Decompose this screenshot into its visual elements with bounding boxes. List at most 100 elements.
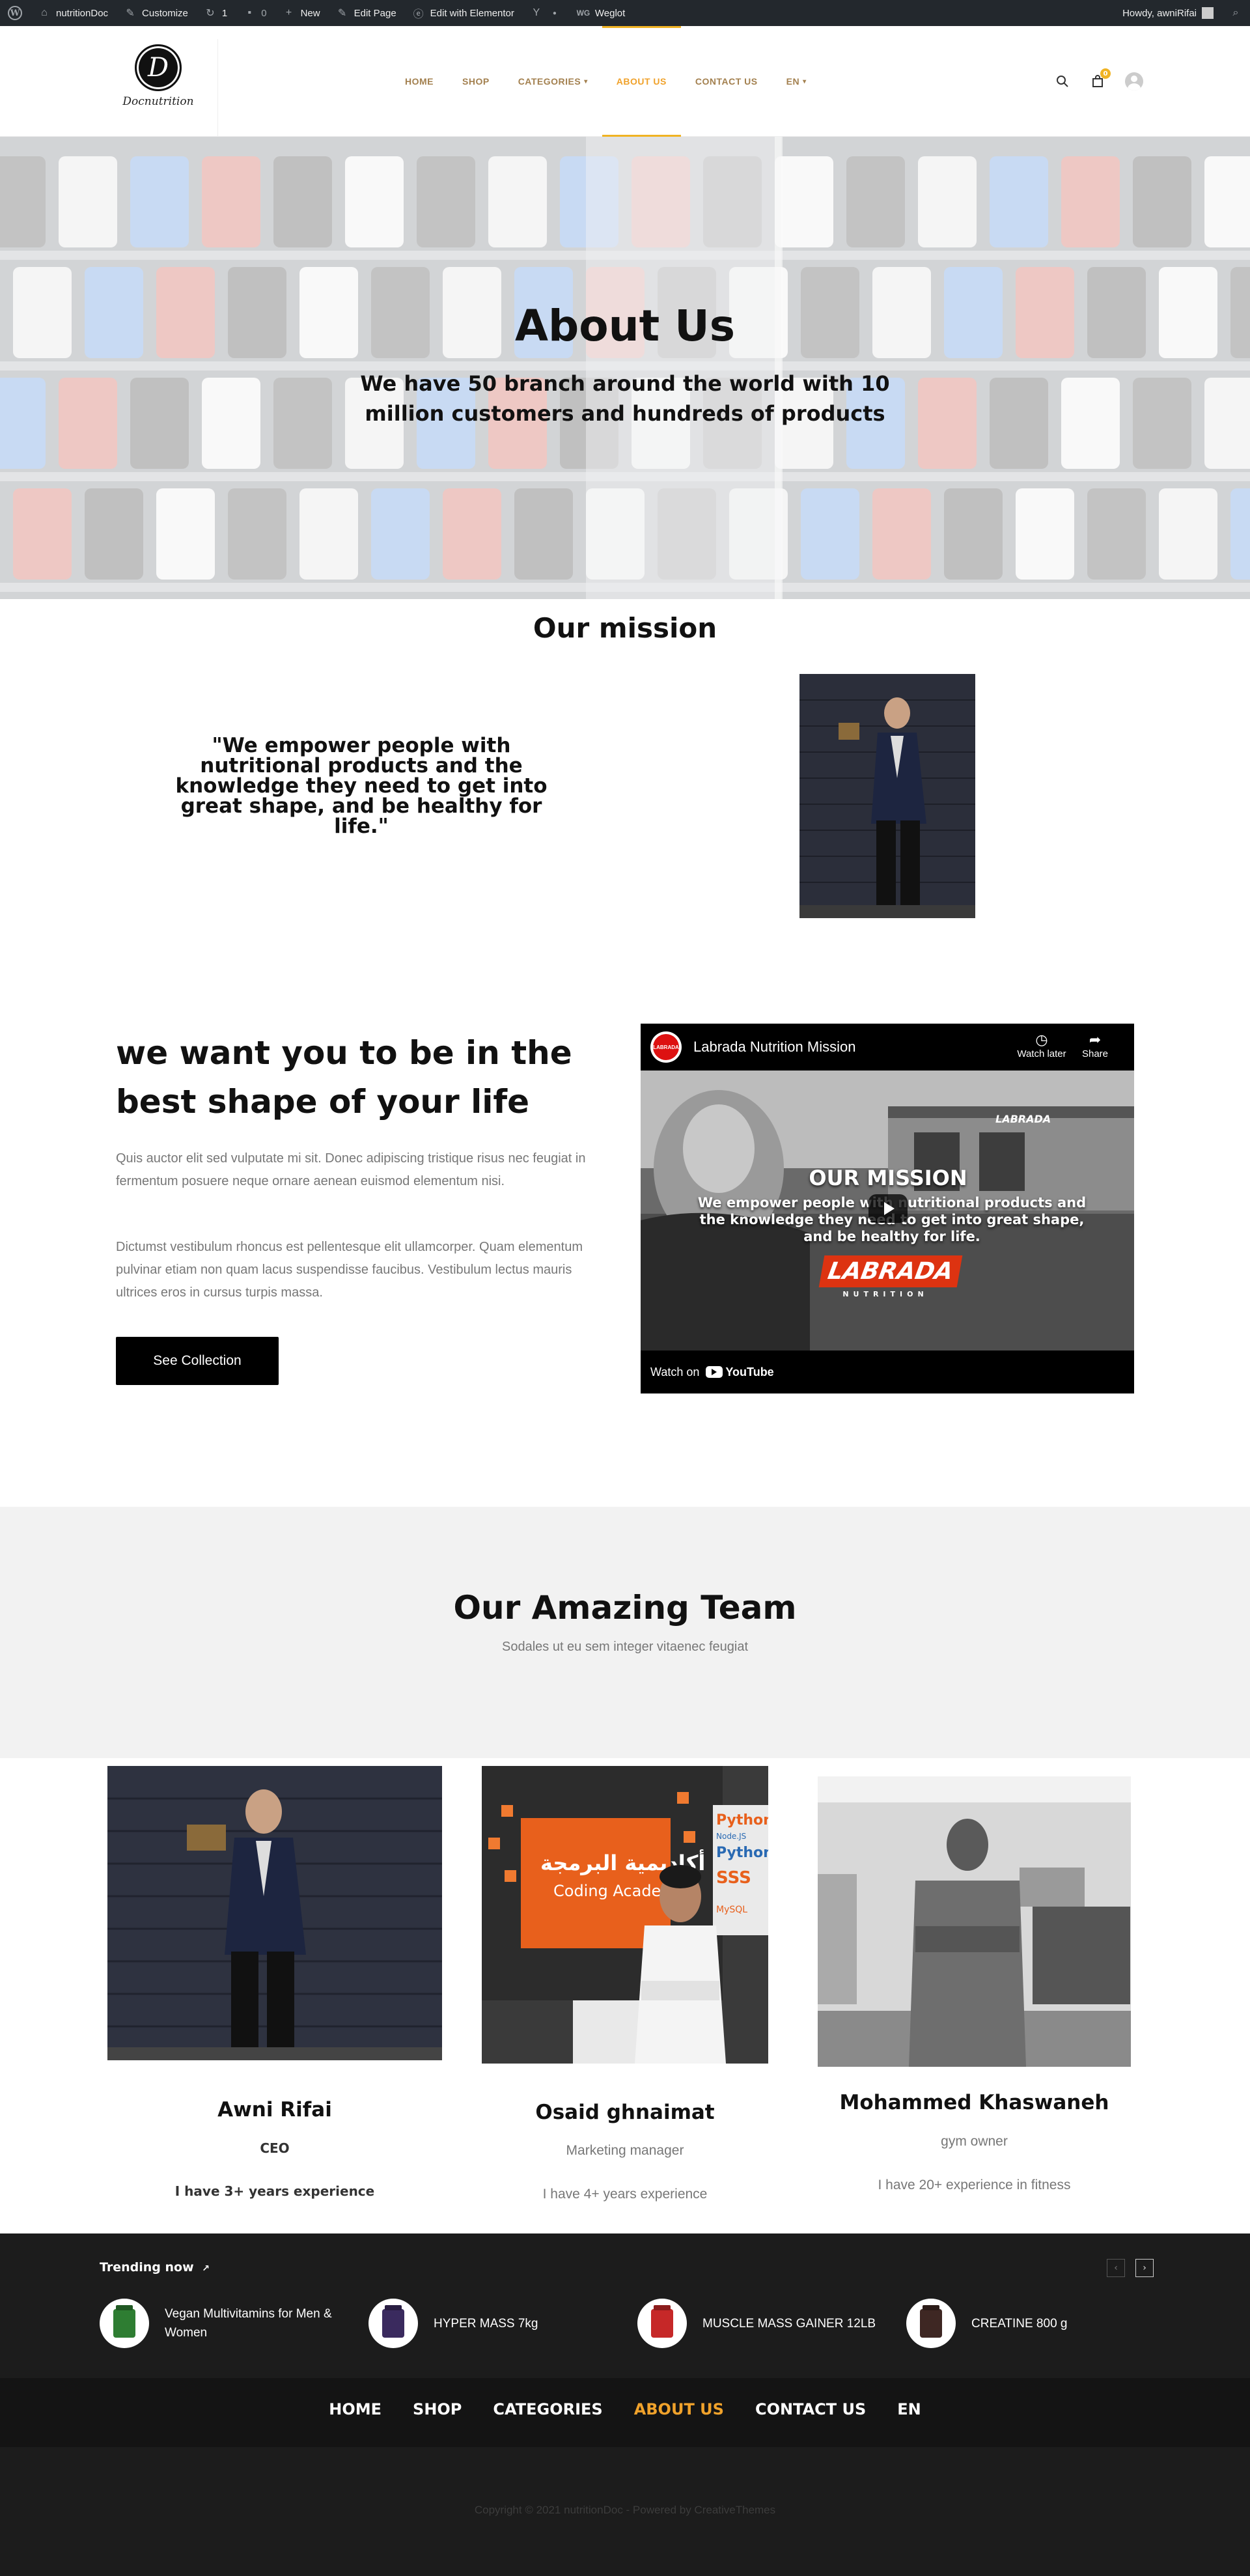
trending-item[interactable]: MUSCLE MASS GAINER 12LB (637, 2299, 876, 2348)
footer-nav-contact-us[interactable]: CONTACT US (755, 2400, 866, 2418)
member-experience: I have 4+ years experience (542, 2187, 708, 2202)
watch-on-youtube-bar[interactable]: Watch on YouTube (641, 1351, 1134, 1393)
customize-label: Customize (142, 7, 188, 19)
member-role: Marketing manager (566, 2143, 684, 2158)
comments-count: 0 (261, 7, 267, 19)
nav-language[interactable]: EN ▾ (772, 26, 821, 137)
product-thumbnail (368, 2299, 418, 2348)
mission-quote: "We empower people with nutritional prod… (175, 734, 548, 838)
team-heading: Our Amazing Team (453, 1589, 797, 1627)
account-menu[interactable]: Howdy, awniRifai (1115, 0, 1221, 26)
supplement-jar-icon (382, 2309, 404, 2338)
site-logo[interactable]: D Docnutrition (116, 44, 201, 122)
trending-label-text: Trending now (100, 2260, 194, 2275)
building-sign-text: LABRADA (995, 1113, 1051, 1125)
prev-arrow-button[interactable]: ‹ (1107, 2259, 1125, 2277)
channel-avatar[interactable]: LABRADA (650, 1031, 682, 1063)
nav-home[interactable]: HOME (391, 26, 448, 137)
cart-button[interactable]: 0 (1090, 68, 1111, 89)
page-title: About Us (514, 301, 736, 351)
home-icon: ⌂ (41, 7, 48, 18)
nav-language-label: EN (786, 76, 800, 87)
edit-page-link[interactable]: ✎ Edit Page (328, 0, 404, 26)
updates-link[interactable]: ↻ 1 (196, 0, 235, 26)
nav-home-label: HOME (405, 76, 434, 87)
site-name: nutritionDoc (56, 7, 109, 19)
logo-text: Docnutrition (122, 95, 194, 108)
hero-subtitle: We have 50 branch around the world with … (360, 371, 890, 426)
site-header: D Docnutrition HOME SHOP CATEGORIES ▾ ABO… (0, 26, 1250, 137)
supplement-jar-icon (113, 2309, 135, 2338)
nav-shop-label: SHOP (462, 76, 490, 87)
member-experience: I have 3+ years experience (174, 2183, 375, 2199)
footer-nav-shop[interactable]: SHOP (413, 2400, 462, 2418)
chevron-right-icon: › (1143, 2263, 1146, 2273)
footer-nav-categories[interactable]: CATEGORIES (493, 2400, 602, 2418)
comment-icon: ▪ (247, 7, 252, 18)
admin-search-button[interactable]: ⌕ (1221, 0, 1250, 26)
channel-badge-text: LABRADA (653, 1034, 679, 1060)
next-arrow-button[interactable]: › (1135, 2259, 1154, 2277)
search-icon (1057, 76, 1068, 87)
plus-icon: + (285, 7, 292, 18)
edit-elementor-link[interactable]: ⓔ Edit with Elementor (404, 0, 522, 26)
status-dot-icon: ● (552, 9, 557, 17)
site-name-link[interactable]: ⌂ nutritionDoc (30, 0, 116, 26)
nav-shop[interactable]: SHOP (448, 26, 504, 137)
product-thumbnail (100, 2299, 149, 2348)
pencil-icon: ✎ (337, 8, 347, 19)
video-play-button[interactable] (868, 1194, 908, 1223)
gym-owner-image (818, 1776, 1131, 2067)
product-name: CREATINE 800 g (971, 2316, 1068, 2331)
header-divider (217, 39, 218, 137)
video-title-bar: LABRADA Labrada Nutrition Mission (641, 1024, 1134, 1071)
new-content-link[interactable]: + New (275, 0, 328, 26)
svg-text:MySQL: MySQL (716, 1905, 747, 1915)
member-role: CEO (260, 2140, 290, 2156)
trending-up-icon: ↗ (202, 2263, 210, 2274)
wordpress-icon: W (8, 6, 22, 20)
see-collection-button[interactable]: See Collection (116, 1337, 279, 1385)
shape-paragraph-2: Dictumst vestibulum rhoncus est pellente… (116, 1240, 583, 1300)
comments-link[interactable]: ▪ 0 (235, 0, 274, 26)
updates-count: 1 (221, 7, 228, 19)
nav-categories[interactable]: CATEGORIES ▾ (504, 26, 602, 137)
logo-mark: D (135, 44, 182, 91)
weglot-label: Weglot (594, 7, 626, 19)
yoast-icon: Y (533, 7, 540, 18)
customize-link[interactable]: ✎ Customize (116, 0, 196, 26)
footer-nav: HOME SHOP CATEGORIES ABOUT US CONTACT US… (0, 2400, 1250, 2418)
wordpress-menu[interactable]: W (0, 0, 30, 26)
trending-item[interactable]: Vegan Multivitamins for Men & Women (100, 2299, 373, 2348)
member-name: Osaid ghnaimat (535, 2101, 715, 2124)
team-subtitle: Sodales ut eu sem integer vitaenec feugi… (501, 1640, 749, 1654)
brush-icon: ✎ (126, 8, 135, 19)
footer-nav-language[interactable]: EN (897, 2400, 921, 2418)
search-button[interactable] (1055, 74, 1070, 89)
trending-item[interactable]: CREATINE 800 g (906, 2299, 1067, 2348)
trending-item[interactable]: HYPER MASS 7kg (368, 2299, 538, 2348)
footer-nav-home[interactable]: HOME (329, 2400, 382, 2418)
hero-banner: About Us We have 50 branch around the wo… (0, 137, 1250, 599)
supplement-jar-icon (651, 2309, 673, 2338)
labrada-subtitle: NUTRITION (842, 1290, 928, 1298)
yoast-menu[interactable]: Y ● (522, 0, 569, 26)
nav-about-us[interactable]: ABOUT US (602, 26, 682, 137)
user-account-icon[interactable] (1125, 72, 1143, 91)
coding-academy-image: Python Node.JS Python SSS MySQL أكاديمية… (482, 1766, 768, 2064)
edit-elementor-label: Edit with Elementor (430, 7, 514, 19)
nav-contact-label: CONTACT US (695, 76, 758, 87)
nav-contact-us[interactable]: CONTACT US (681, 26, 772, 137)
member-name: Mohammed Khaswaneh (839, 2091, 1109, 2114)
admin-bar: W ⌂ nutritionDoc ✎ Customize ↻ 1 ▪ 0 + New ✎ E… (0, 0, 1250, 26)
watch-on-label: Watch on (650, 1365, 700, 1379)
labrada-wordmark: LABRADA (818, 1255, 962, 1287)
svg-text:Python: Python (716, 1845, 768, 1861)
footer-nav-about-us[interactable]: ABOUT US (634, 2400, 724, 2418)
member-experience: I have 20+ experience in fitness (878, 2177, 1071, 2192)
weglot-link[interactable]: WG Weglot (569, 0, 633, 26)
video-title[interactable]: Labrada Nutrition Mission (693, 1039, 855, 1056)
svg-text:Node.JS: Node.JS (716, 1832, 746, 1841)
nav-categories-label: CATEGORIES (518, 76, 581, 87)
weglot-icon: WG (576, 8, 590, 18)
